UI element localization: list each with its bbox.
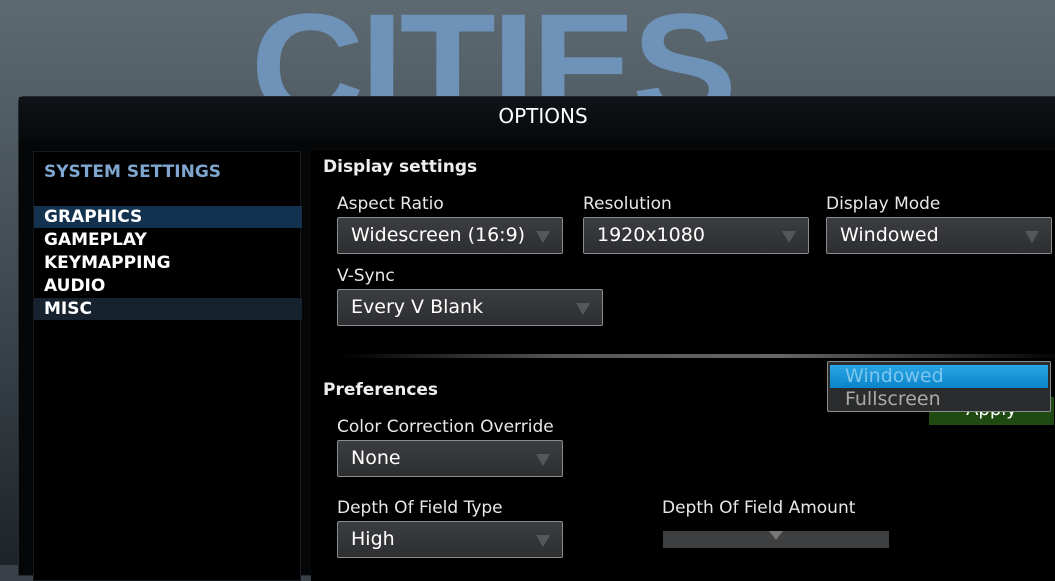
preferences-heading: Preferences xyxy=(323,380,439,400)
aspect-ratio-label: Aspect Ratio xyxy=(337,194,444,214)
display-mode-value: Windowed xyxy=(840,224,939,246)
slider-thumb[interactable] xyxy=(769,531,783,540)
chevron-down-icon xyxy=(536,535,550,547)
menu-item-fullscreen[interactable]: Fullscreen xyxy=(828,388,1050,411)
vsync-label: V-Sync xyxy=(337,266,395,286)
color-correction-dropdown[interactable]: None xyxy=(337,440,563,477)
aspect-ratio-value: Widescreen (16:9) xyxy=(351,224,526,246)
sidebar-item-audio[interactable]: AUDIO xyxy=(34,275,302,297)
sidebar-title: SYSTEM SETTINGS xyxy=(44,162,222,182)
dof-type-label: Depth Of Field Type xyxy=(337,498,503,518)
chevron-down-icon xyxy=(536,231,550,243)
vsync-value: Every V Blank xyxy=(351,296,484,318)
window-title: OPTIONS xyxy=(19,97,1055,139)
sidebar-item-keymapping[interactable]: KEYMAPPING xyxy=(34,252,302,274)
display-mode-label: Display Mode xyxy=(826,194,941,214)
display-mode-dropdown[interactable]: Windowed xyxy=(826,217,1052,254)
chevron-down-icon xyxy=(1025,231,1039,243)
display-settings-heading: Display settings xyxy=(323,157,478,177)
dof-amount-label: Depth Of Field Amount xyxy=(662,498,856,518)
dof-type-dropdown[interactable]: High xyxy=(337,521,563,558)
sidebar-item-gameplay[interactable]: GAMEPLAY xyxy=(34,229,302,251)
vsync-dropdown[interactable]: Every V Blank xyxy=(337,289,603,326)
resolution-label: Resolution xyxy=(583,194,672,214)
settings-content: Display settings Aspect Ratio Widescreen… xyxy=(311,151,1055,581)
aspect-ratio-dropdown[interactable]: Widescreen (16:9) xyxy=(337,217,563,254)
dof-amount-slider[interactable] xyxy=(663,531,889,548)
menu-item-windowed[interactable]: Windowed xyxy=(830,365,1048,388)
chevron-down-icon xyxy=(576,303,590,315)
sidebar-item-misc[interactable]: MISC xyxy=(34,298,302,320)
settings-sidebar: SYSTEM SETTINGS GRAPHICS GAMEPLAY KEYMAP… xyxy=(33,151,302,581)
dof-type-value: High xyxy=(351,528,395,550)
chevron-down-icon xyxy=(536,454,550,466)
sidebar-item-graphics[interactable]: GRAPHICS xyxy=(34,206,302,228)
color-correction-label: Color Correction Override xyxy=(337,417,554,437)
section-divider xyxy=(341,354,1055,358)
chevron-down-icon xyxy=(782,231,796,243)
color-correction-value: None xyxy=(351,447,401,469)
resolution-value: 1920x1080 xyxy=(597,224,705,246)
resolution-dropdown[interactable]: 1920x1080 xyxy=(583,217,809,254)
options-window: OPTIONS SYSTEM SETTINGS GRAPHICS GAMEPLA… xyxy=(18,96,1055,581)
display-mode-menu: Windowed Fullscreen xyxy=(827,361,1051,412)
